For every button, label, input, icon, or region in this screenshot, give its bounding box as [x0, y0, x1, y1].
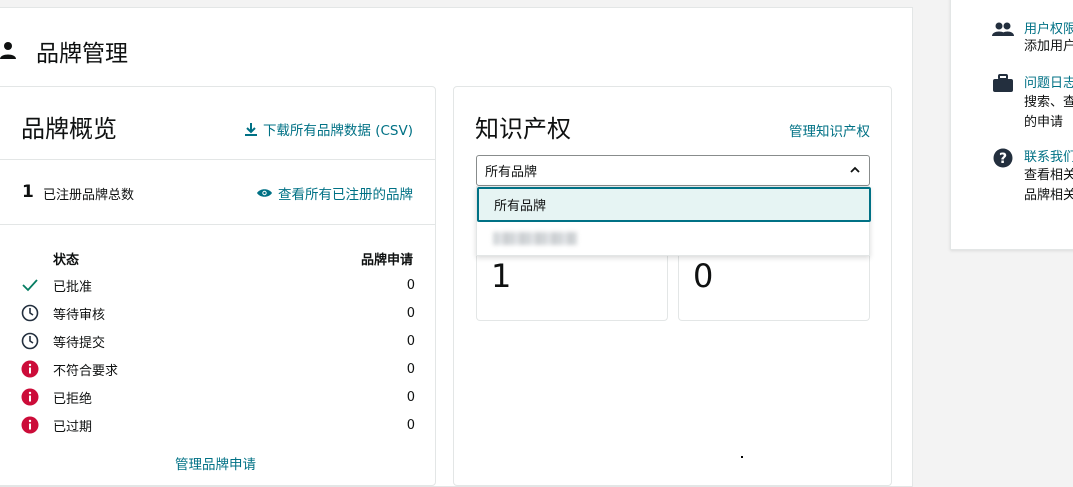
clock-icon [21, 332, 39, 350]
status-column-header: 状态 [53, 253, 80, 268]
info-alert-icon [21, 360, 39, 378]
status-icon [21, 416, 39, 434]
page-title-row: 品牌管理 [0, 34, 128, 68]
view-all-brands-link[interactable]: 查看所有已注册的品牌 [257, 183, 413, 203]
status-row: 等待提交 0 [21, 327, 415, 355]
status-label: 不符合要求 [53, 363, 119, 379]
group-icon [992, 22, 1014, 36]
help-item-title[interactable]: 联系我们 [1024, 146, 1073, 165]
help-item-title[interactable]: 用户权限 [1024, 18, 1073, 37]
status-count: 0 [406, 333, 415, 349]
divider [0, 159, 435, 160]
status-row: 已拒绝 0 [21, 383, 415, 411]
help-item-desc: 添加用户 [1024, 39, 1073, 54]
status-count: 0 [406, 389, 415, 405]
status-row: 不符合要求 0 [21, 355, 415, 383]
status-count: 0 [406, 277, 415, 293]
stat-value: 0 [693, 257, 714, 295]
status-row: 已批准 0 [21, 271, 415, 299]
manage-brand-applications-link[interactable]: 管理品牌申请 [175, 453, 256, 473]
help-item-desc: 的申请 [1024, 115, 1064, 130]
applications-column-header: 品牌申请 [360, 253, 413, 268]
clock-icon [21, 304, 39, 322]
status-label: 已批准 [53, 279, 93, 295]
info-alert-icon [21, 388, 39, 406]
ip-title: 知识产权 [475, 115, 571, 143]
dropdown-option-redacted[interactable] [493, 232, 577, 245]
total-brands-count: 1 [22, 182, 34, 202]
stat-card: 1 [476, 255, 668, 321]
status-label: 已拒绝 [53, 391, 93, 407]
status-count: 0 [406, 417, 415, 433]
dropdown-option-label: 所有品牌 [494, 199, 547, 214]
status-label: 等待审核 [53, 307, 106, 323]
page-title: 品牌管理 [36, 41, 128, 67]
status-icon [21, 276, 39, 294]
status-label: 等待提交 [53, 335, 106, 351]
eye-icon [257, 189, 272, 197]
brand-select-dropdown: 所有品牌 [476, 186, 871, 256]
stat-card: 0 [678, 255, 870, 321]
briefcase-icon [993, 74, 1013, 92]
brand-select-value: 所有品牌 [485, 165, 538, 180]
download-csv-link[interactable]: 下载所有品牌数据 (CSV) [244, 119, 413, 139]
chevron-up-icon [850, 166, 860, 173]
manage-ip-link[interactable]: 管理知识产权 [789, 120, 870, 140]
status-icon [21, 332, 39, 350]
manage-brand-applications-label: 管理品牌申请 [175, 457, 256, 473]
status-row: 等待审核 0 [21, 299, 415, 327]
person-icon [0, 42, 16, 59]
status-icon [21, 304, 39, 322]
help-item-desc: 查看相关 [1024, 168, 1073, 183]
check-icon [22, 279, 38, 292]
status-icon [21, 360, 39, 378]
overview-title: 品牌概览 [21, 115, 117, 143]
stat-value: 1 [491, 257, 512, 295]
help-item-title[interactable]: 问题日志 [1024, 72, 1073, 91]
manage-ip-label: 管理知识产权 [789, 124, 870, 140]
divider [0, 224, 435, 225]
info-alert-icon [21, 416, 39, 434]
view-all-brands-label: 查看所有已注册的品牌 [278, 187, 413, 203]
brand-overview-panel: 品牌概览 下载所有品牌数据 (CSV) 1 已注册品牌总数 查看所有已注册的品牌… [0, 86, 436, 486]
status-count: 0 [406, 305, 415, 321]
status-icon [21, 388, 39, 406]
status-label: 已过期 [53, 419, 93, 435]
help-icon: ? [993, 148, 1013, 168]
download-icon [244, 122, 257, 136]
brand-select[interactable]: 所有品牌 [476, 155, 870, 186]
help-item-desc: 品牌相关 [1024, 188, 1073, 203]
status-row: 已过期 0 [21, 411, 415, 439]
help-item-desc: 搜索、查 [1024, 95, 1073, 110]
total-brands-label: 已注册品牌总数 [43, 188, 135, 203]
status-count: 0 [406, 361, 415, 377]
dropdown-option[interactable]: 所有品牌 [477, 187, 871, 222]
download-csv-label: 下载所有品牌数据 (CSV) [262, 123, 413, 139]
stray-pixel [741, 456, 743, 458]
svg-text:?: ? [999, 151, 1007, 167]
